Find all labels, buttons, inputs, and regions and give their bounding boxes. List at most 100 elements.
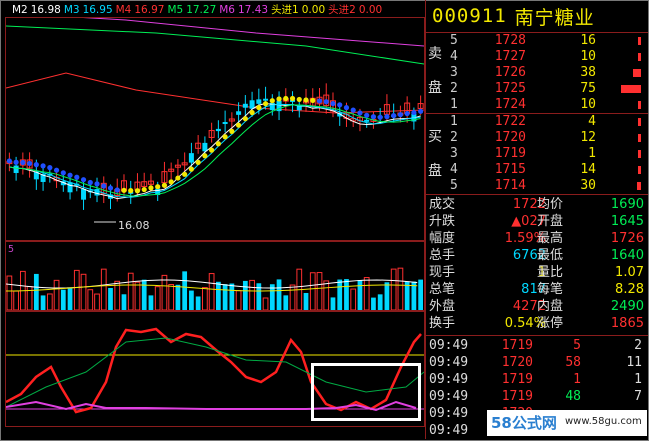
ask-row[interactable]: 2 1725 75	[446, 81, 646, 97]
trend-dot	[337, 102, 343, 108]
volume-chart[interactable]	[6, 242, 424, 310]
tick-count: 2	[634, 338, 642, 353]
volume-bar	[242, 280, 248, 310]
candle-body	[249, 100, 255, 109]
trend-dot	[168, 179, 174, 185]
trend-dot	[175, 175, 181, 181]
volume-bar	[283, 295, 289, 310]
volume-bar	[350, 288, 357, 310]
trend-dot	[53, 167, 60, 173]
trend-dot	[289, 95, 296, 102]
volume-bar	[637, 182, 641, 190]
level: 1	[450, 97, 458, 112]
tick-time: 09:49	[429, 372, 469, 387]
kline-chart[interactable]	[6, 18, 424, 240]
bid-row[interactable]: 2 1720 12	[446, 130, 646, 146]
legend-item: 头进1	[271, 4, 299, 16]
order-volume: 4	[588, 114, 596, 129]
trend-dot	[330, 100, 336, 107]
ask-row[interactable]: 4 1727 10	[446, 49, 646, 65]
trend-dot	[33, 162, 39, 168]
volume-bar	[633, 69, 641, 77]
volume-bar	[182, 271, 188, 310]
quote-stats: 成交 1722 均价 1690 升跌 ▲027 开盘 1645 幅度 1.59% 最高 1726 总手 6…	[426, 195, 648, 336]
legend-item: 头进2	[328, 4, 356, 16]
tick-row[interactable]: 09:49 1719 48 7	[426, 388, 648, 405]
order-price: 1715	[494, 162, 526, 177]
trend-dot	[107, 185, 114, 191]
level: 4	[450, 162, 458, 177]
candle-body	[67, 182, 73, 193]
tick-row[interactable]: 09:49 1719 5 2	[426, 337, 648, 354]
volume-bar	[208, 273, 215, 310]
trend-dot	[323, 99, 329, 105]
bid-row[interactable]: 1 1722 4	[446, 114, 646, 130]
volume-bar	[638, 37, 641, 45]
tick-volume: 48	[565, 389, 581, 404]
stat-row: 换手 0.54% 涨停 1865	[426, 315, 648, 332]
order-price: 1727	[494, 49, 526, 64]
stock-name: 南宁糖业	[514, 6, 595, 29]
bid-row[interactable]: 5 1714 30	[446, 178, 646, 194]
tick-time: 09:49	[429, 423, 469, 438]
volume-bar	[134, 281, 141, 310]
candle-body	[81, 188, 87, 200]
volume-bar	[337, 279, 343, 310]
trend-dot	[148, 185, 154, 191]
stat-value: 4272	[512, 299, 546, 314]
stat-label: 内盘	[537, 299, 564, 314]
tick-row[interactable]: 09:49 1719 1 1	[426, 371, 648, 388]
trend-dot	[283, 95, 289, 102]
legend-value: 16.98	[30, 4, 61, 16]
ask-row[interactable]: 1 1724 10	[446, 97, 646, 113]
volume-bar	[638, 150, 641, 158]
trend-dot	[161, 182, 168, 188]
tick-row[interactable]: 09:49 1720 58 11	[426, 354, 648, 371]
legend-value: 17.27	[186, 4, 217, 16]
candle-body	[236, 111, 242, 115]
stat-value: 1.07	[615, 265, 644, 280]
stat-label: 最高	[537, 231, 564, 246]
order-volume: 10	[580, 49, 596, 64]
volume-bar	[127, 272, 134, 310]
volume-bar	[397, 267, 404, 310]
level: 1	[450, 114, 458, 129]
volume-bar	[249, 279, 255, 310]
volume-bar	[195, 296, 201, 310]
volume-bar	[222, 284, 228, 310]
volume-bar	[323, 280, 330, 310]
kline-chart-panel[interactable]	[5, 17, 425, 241]
bid-row[interactable]: 4 1715 14	[446, 162, 646, 178]
order-volume: 14	[580, 162, 596, 177]
trend-dot	[40, 163, 46, 169]
trend-dot	[195, 159, 201, 165]
order-volume: 30	[580, 178, 596, 193]
stat-label: 成交	[429, 197, 456, 212]
volume-bar	[40, 295, 46, 310]
candle-body	[242, 103, 248, 108]
order-price: 1725	[494, 81, 526, 96]
ask-row[interactable]: 5 1728 16	[446, 33, 646, 49]
volume-bar	[33, 273, 39, 310]
trend-dot	[404, 110, 410, 117]
tick-volume: 1	[573, 372, 581, 387]
watermark-url: www.58gu.com	[565, 416, 642, 427]
order-volume: 75	[580, 81, 596, 96]
stat-label: 升跌	[429, 214, 456, 229]
volume-bar	[344, 279, 349, 310]
stat-label: 开盘	[537, 214, 564, 229]
bid-row[interactable]: 3 1719 1	[446, 146, 646, 162]
tick-time: 09:49	[429, 389, 469, 404]
stat-row: 升跌 ▲027 开盘 1645	[426, 213, 648, 230]
stat-value: ▲027	[511, 214, 546, 229]
legend-value: 17.43	[238, 4, 269, 16]
volume-bar	[371, 297, 376, 310]
volume-chart-panel[interactable]	[5, 241, 425, 311]
ask-row[interactable]: 3 1726 38	[446, 65, 646, 81]
order-price: 1714	[494, 178, 526, 193]
trend-dot	[397, 112, 404, 118]
stat-row: 总笔 817 每笔 8.28	[426, 281, 648, 298]
order-price: 1722	[494, 114, 526, 129]
trend-dot	[316, 98, 323, 104]
tick-count: 7	[634, 389, 642, 404]
